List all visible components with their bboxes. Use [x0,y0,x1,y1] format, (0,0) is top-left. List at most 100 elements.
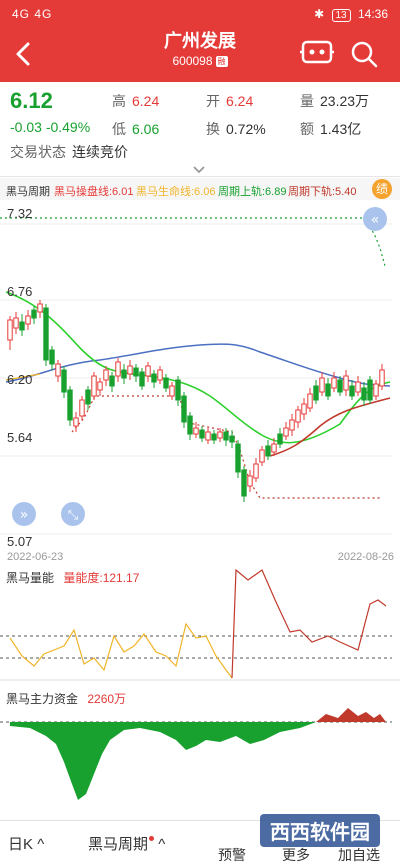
candle-body [367,379,373,401]
y-label-5: 5.07 [7,534,33,549]
tab-more[interactable]: 更多 [282,845,310,865]
double-chevron-icon: » [20,507,29,523]
tab-day-k[interactable]: 日K ^ [8,833,44,854]
stock-detail-screen: 4G 4G ✱ 13 14:36 广州发展 600098 融 6.12 高 6.24… [0,0,400,866]
trade-status: 交易状态 连续竞价 [10,144,128,160]
price-change: -0.03 -0.49% [10,119,91,135]
candle-body [127,365,133,375]
end-date: 2022-08-26 [337,551,394,563]
candle-body [229,435,235,443]
status-bar: 4G 4G ✱ 13 14:36 [0,0,400,28]
candle-body [115,361,121,377]
status-right: ✱ 13 14:36 [314,7,388,22]
candle-body [241,469,247,497]
stock-code: 600098 [172,54,213,68]
candle-body [361,387,367,401]
candle-body [73,417,79,427]
candle-body [277,433,283,445]
candle-body [349,385,355,397]
candle-body [259,449,265,463]
candle-body [97,381,103,391]
candle-body [49,349,55,365]
candle-body [307,393,313,409]
high-price: 高 6.24 [112,93,160,109]
trade-amount: 额 1.43亿 [300,121,362,137]
signal-indicator: 4G 4G [12,7,53,21]
zoom-buttons: » ⤡ « [12,207,387,526]
candle-body [313,385,319,401]
candle-body [25,315,31,325]
volume-energy-chart[interactable] [0,566,400,681]
resize-icon: ⤡ [68,508,79,523]
candle-body [223,431,229,441]
volume: 量 23.23万 [300,93,370,109]
tab-alert[interactable]: 预警 [218,845,246,865]
candle-body [145,365,151,377]
start-date: 2022-06-23 [7,551,64,563]
candle-body [55,363,61,377]
candle-body [139,371,145,387]
candle-body [85,389,91,405]
y-label-3: 6.20 [7,372,33,387]
title-block: 广州发展 600098 融 [0,30,400,68]
indicator-legend[interactable]: 黑马周期 黑马操盘线:6.01 黑马生命线:6.06 周期上轨:6.89 周期下… [0,178,400,200]
turnover-rate: 换 0.72% [206,121,266,137]
watermark-logo: 西西软件园 [260,814,380,847]
stock-name: 广州发展 [164,31,236,51]
candle-body [325,383,331,397]
candle-body [289,419,295,431]
expand-chevron-icon[interactable] [192,162,206,178]
main-fund-chart[interactable] [0,706,400,816]
candle-body [175,379,181,401]
stock-code-line: 600098 融 [0,54,400,68]
kline-chart[interactable]: » ⤡ « [0,200,400,550]
candle-body [91,375,97,397]
legend-upper-band: 周期上轨:6.89 [218,186,287,198]
fund-panel-title: 黑马主力资金 2260万 [6,692,127,706]
y-label-4: 5.64 [7,430,33,445]
candle-body [109,375,115,387]
candle-body [253,463,259,479]
candle-body [79,399,85,417]
double-chevron-left-icon: « [371,212,380,228]
candle-body [187,415,193,435]
search-button[interactable] [350,40,378,73]
chevron-up-icon: ^ [158,836,166,853]
candle-body [355,381,361,393]
candle-body [169,385,175,397]
candle-body [199,429,205,439]
bluetooth-icon: ✱ [314,7,325,21]
candle-body [271,443,277,453]
candle-body [235,443,241,473]
y-label-1: 7.32 [7,206,33,221]
candle-body [121,369,127,379]
earnings-badge[interactable]: 绩 [372,179,392,199]
candle-body [19,321,25,331]
candle-body [157,369,163,381]
candle-body [331,377,337,389]
candle-body [379,369,385,387]
legend-lower-band: 周期下轨:5.40 [288,186,357,198]
candle-body [151,373,157,383]
candle-body [211,433,217,441]
candle-body [7,319,13,341]
chevron-up-icon: ^ [37,836,45,853]
robot-icon [300,40,334,64]
candle-body [265,445,271,457]
tab-add-watchlist[interactable]: 加自选 [338,845,380,865]
search-icon [351,41,378,68]
candle-body [133,367,139,377]
candle-body [181,395,187,423]
header: 4G 4G ✱ 13 14:36 广州发展 600098 融 [0,0,400,82]
low-price: 低 6.06 [112,121,160,137]
candle-body [43,307,49,361]
legend-life-line: 黑马生命线:6.06 [136,186,216,198]
candle-body [301,403,307,415]
quote-panel: 6.12 高 6.24 开 6.24 量 23.23万 -0.03 -0.49% 低6… [0,82,400,177]
candle-body [337,379,343,393]
candle-body [31,309,37,319]
robot-button[interactable] [300,38,334,71]
candle-body [163,377,169,389]
last-price: 6.12 [10,88,53,113]
tab-cycle[interactable]: 黑马周期 ^ [88,833,165,854]
